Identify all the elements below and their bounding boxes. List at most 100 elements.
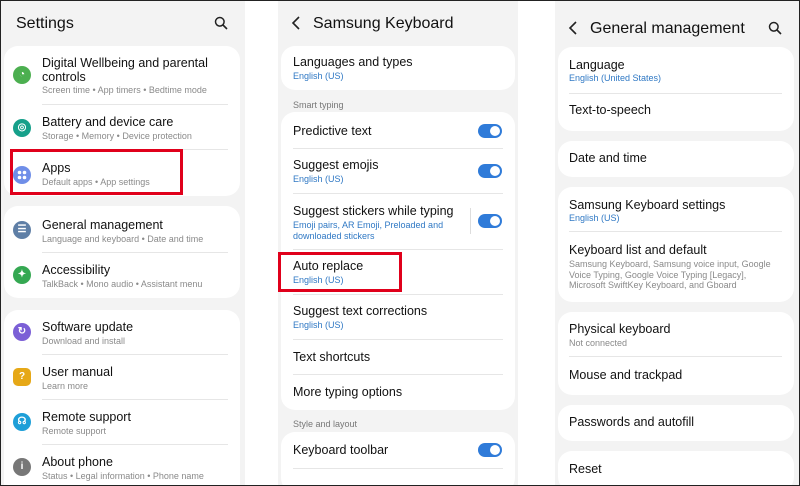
suggest-emojis-toggle[interactable]: [478, 164, 502, 178]
highlight-box-apps: [10, 149, 183, 195]
reset-item[interactable]: Reset: [558, 451, 794, 485]
item-sub: English (US): [293, 71, 344, 81]
search-icon[interactable]: [214, 16, 228, 35]
toggle-separator: [470, 208, 471, 234]
suggest-text-corrections-item[interactable]: Suggest text corrections English (US): [281, 295, 515, 339]
item-label: Mouse and trackpad: [569, 368, 683, 382]
general-card-1: Language English (United States) Text-to…: [558, 47, 794, 131]
general-management-icon: ☰: [13, 221, 31, 239]
item-label: Text shortcuts: [293, 350, 371, 364]
item-sub: Not connected: [569, 338, 628, 348]
divider: [293, 468, 503, 469]
settings-item-remote-support[interactable]: ☊ Remote support Remote support: [4, 400, 240, 444]
settings-item-sub: TalkBack • Mono audio • Assistant menu: [42, 279, 203, 289]
back-arrow-icon[interactable]: [291, 16, 301, 35]
settings-card-3: ↻ Software update Download and install ?…: [4, 310, 240, 485]
section-header-style-layout: Style and layout: [293, 419, 358, 429]
item-label: More typing options: [293, 385, 403, 399]
accessibility-icon: ✦: [13, 266, 31, 284]
item-label: Keyboard toolbar: [293, 443, 389, 457]
item-sub: English (US): [293, 320, 344, 330]
keyboard-list-item[interactable]: Keyboard list and default Samsung Keyboa…: [558, 232, 794, 302]
item-label: Samsung Keyboard settings: [569, 198, 726, 212]
keyboard-card-style: Keyboard toolbar: [281, 432, 515, 485]
general-card-2: Date and time: [558, 141, 794, 177]
item-label: Language: [569, 58, 625, 72]
settings-panel: Settings ◔ Digital Wellbeing and parenta…: [1, 1, 245, 485]
item-label: Suggest emojis: [293, 158, 379, 172]
settings-item-label: Digital Wellbeing and parental controls: [42, 56, 208, 84]
remote-support-icon: ☊: [13, 413, 31, 431]
item-label: Date and time: [569, 151, 647, 165]
device-care-icon: ◎: [13, 119, 31, 137]
settings-item-label: Battery and device care: [42, 115, 174, 129]
item-sub: English (United States): [569, 73, 662, 83]
settings-item-accessibility[interactable]: ✦ Accessibility TalkBack • Mono audio • …: [4, 253, 240, 298]
settings-item-general-management[interactable]: ☰ General management Language and keyboa…: [4, 206, 240, 252]
item-sub: English (US): [569, 213, 620, 223]
settings-item-wellbeing[interactable]: ◔ Digital Wellbeing and parental control…: [4, 46, 240, 102]
back-arrow-icon[interactable]: [568, 21, 578, 40]
item-label: Suggest stickers while typing: [293, 204, 454, 218]
language-item[interactable]: Language English (United States): [558, 47, 794, 93]
settings-item-sub: Remote support: [42, 426, 107, 436]
search-icon[interactable]: [768, 21, 782, 40]
item-sub: English (US): [293, 174, 344, 184]
settings-item-about-phone[interactable]: i About phone Status • Legal information…: [4, 445, 240, 485]
date-and-time-item[interactable]: Date and time: [558, 141, 794, 177]
mouse-and-trackpad-item[interactable]: Mouse and trackpad: [558, 357, 794, 395]
passwords-and-autofill-item[interactable]: Passwords and autofill: [558, 405, 794, 441]
item-label: Keyboard list and default: [569, 243, 707, 257]
general-card-6: Reset: [558, 451, 794, 485]
item-label: Physical keyboard: [569, 322, 671, 336]
settings-item-software-update[interactable]: ↻ Software update Download and install: [4, 310, 240, 354]
user-manual-icon: ?: [13, 368, 31, 386]
page-title: Settings: [16, 14, 74, 32]
settings-card-2: ☰ General management Language and keyboa…: [4, 206, 240, 298]
item-label: Languages and types: [293, 55, 413, 69]
settings-header: Settings: [1, 1, 245, 46]
settings-item-sub: Download and install: [42, 336, 126, 346]
physical-keyboard-item[interactable]: Physical keyboard Not connected: [558, 312, 794, 356]
wellbeing-icon: ◔: [13, 66, 31, 84]
samsung-keyboard-settings-item[interactable]: Samsung Keyboard settings English (US): [558, 187, 794, 231]
languages-and-types-item[interactable]: Languages and types English (US): [281, 46, 515, 90]
general-card-3: Samsung Keyboard settings English (US) K…: [558, 187, 794, 302]
keyboard-header: Samsung Keyboard: [278, 1, 518, 46]
settings-item-device-care[interactable]: ◎ Battery and device care Storage • Memo…: [4, 105, 240, 149]
suggest-stickers-toggle[interactable]: [478, 214, 502, 228]
item-description: Samsung Keyboard, Samsung voice input, G…: [569, 259, 771, 290]
item-label: Text-to-speech: [569, 103, 651, 117]
suggest-emojis-item[interactable]: Suggest emojis English (US): [281, 149, 515, 193]
page-title: Samsung Keyboard: [313, 14, 454, 32]
item-label: Predictive text: [293, 124, 372, 138]
text-shortcuts-item[interactable]: Text shortcuts: [281, 340, 515, 374]
more-typing-options-item[interactable]: More typing options: [281, 375, 515, 410]
general-management-panel: General management Language English (Uni…: [555, 1, 799, 485]
settings-item-sub: Language and keyboard • Date and time: [42, 234, 204, 244]
item-label: Passwords and autofill: [569, 415, 695, 429]
settings-item-label: About phone: [42, 455, 113, 469]
samsung-keyboard-panel: Samsung Keyboard Languages and types Eng…: [278, 1, 518, 485]
suggest-stickers-item[interactable]: Suggest stickers while typing Emoji pair…: [281, 194, 515, 249]
software-update-icon: ↻: [13, 323, 31, 341]
keyboard-toolbar-toggle[interactable]: [478, 443, 502, 457]
settings-item-sub: Storage • Memory • Device protection: [42, 131, 192, 141]
predictive-text-item[interactable]: Predictive text: [281, 112, 515, 148]
highlight-box-auto-replace: [278, 252, 402, 292]
keyboard-toolbar-item[interactable]: Keyboard toolbar: [281, 432, 515, 468]
item-label: Suggest text corrections: [293, 304, 428, 318]
predictive-text-toggle[interactable]: [478, 124, 502, 138]
page-title: General management: [590, 20, 745, 37]
item-sub: Emoji pairs, AR Emoji, Preloaded and dow…: [293, 220, 444, 241]
general-card-4: Physical keyboard Not connected Mouse an…: [558, 312, 794, 395]
keyboard-card-languages: Languages and types English (US): [281, 46, 515, 90]
settings-item-user-manual[interactable]: ? User manual Learn more: [4, 355, 240, 399]
settings-item-sub: Status • Legal information • Phone name: [42, 471, 204, 481]
settings-item-label: Software update: [42, 320, 134, 334]
section-header-smart-typing: Smart typing: [293, 100, 344, 110]
text-to-speech-item[interactable]: Text-to-speech: [558, 94, 794, 131]
settings-item-label: Accessibility: [42, 263, 111, 277]
general-card-5: Passwords and autofill: [558, 405, 794, 441]
about-phone-icon: i: [13, 458, 31, 476]
